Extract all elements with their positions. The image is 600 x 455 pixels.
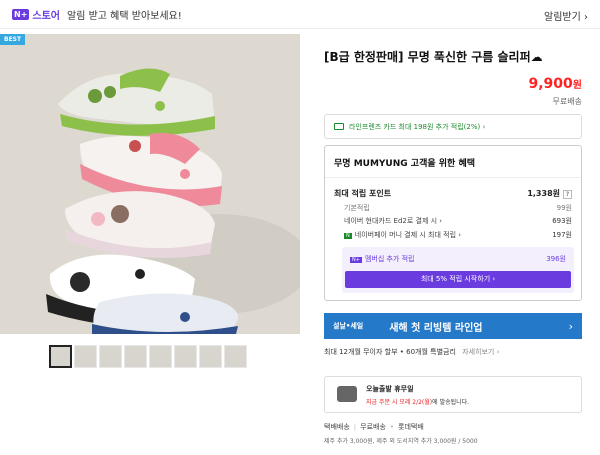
installment-details-link[interactable]: 자세히보기 ›: [462, 348, 499, 356]
pay-money-label-wrap: N 네이버페이 머니 결제 시 최대 적립 ›: [344, 230, 461, 240]
max-points-value-wrap: 1,338원?: [527, 188, 572, 199]
delivery-date: 지금 주문 시 모레 2/2(월): [366, 399, 433, 406]
thumbnail-8[interactable]: [224, 345, 247, 368]
membership-box: N+ 멤버십 추가 적립 396원 최대 5% 적립 시작하기 ›: [342, 247, 574, 293]
thumbnail-1[interactable]: [49, 345, 72, 368]
card-points-row[interactable]: 네이버 현대카드 Ed2로 결제 시 › 693원: [334, 216, 572, 226]
chevron-right-icon: ›: [568, 319, 573, 333]
delivery-suffix: 에 발송됩니다.: [432, 399, 470, 406]
slipper-stack-illustration: [0, 34, 300, 334]
basic-points-row: 기본적립 99원: [334, 203, 572, 213]
best-badge: BEST: [0, 34, 26, 45]
top-banner: N+ 스토어 알림 받고 혜택 받아보세요! 알림받기 ›: [0, 0, 600, 29]
product-price: 9,900원: [529, 76, 583, 92]
max-points-value: 1,338원: [527, 189, 560, 198]
membership-label: 멤버십 추가 적립: [364, 255, 415, 263]
separator: •: [389, 423, 395, 431]
promo-tag: 설날•세일: [333, 322, 364, 330]
installment-info: 최대 12개월 무이자 할부 • 60개월 특별금리 자세히보기 ›: [324, 347, 499, 357]
installment-text: 최대 12개월 무이자 할부 • 60개월 특별금리: [324, 348, 456, 356]
delivery-title: 오늘출발 휴무일: [366, 385, 414, 393]
promo-text: 새해 첫 리빙템 라인업: [389, 322, 483, 334]
thumbnail-2[interactable]: [74, 345, 97, 368]
delivery-subtext: 지금 주문 시 모레 2/2(월)에 발송됩니다.: [366, 397, 469, 406]
help-icon[interactable]: ?: [563, 190, 572, 199]
free-shipping-tag: 무료배송: [552, 97, 582, 106]
naver-plus-badge: N+: [12, 8, 30, 20]
thumbnail-4[interactable]: [124, 345, 147, 368]
price-amount: 9,900: [528, 76, 573, 92]
truck-icon: [337, 386, 357, 402]
credit-card-icon: [334, 123, 344, 130]
separator: |: [353, 423, 357, 431]
card-benefit-banner[interactable]: 라인프렌즈 카드 최대 198원 추가 적립(2%) ›: [324, 114, 582, 139]
card-points-value: 693원: [552, 217, 572, 225]
thumbnail-6[interactable]: [174, 345, 197, 368]
thumbnail-5[interactable]: [149, 345, 172, 368]
card-points-label: 네이버 현대카드 Ed2로 결제 시 ›: [344, 217, 443, 225]
thumbnail-strip: [49, 345, 247, 368]
delivery-info-box: 오늘출발 휴무일 지금 주문 시 모레 2/2(월)에 발송됩니다.: [324, 376, 582, 413]
store-label: 스토어: [32, 10, 61, 22]
membership-label-wrap: N+ 멤버십 추가 적립: [350, 254, 414, 264]
max-points-row: 최대 적립 포인트 1,338원?: [334, 188, 572, 199]
promo-banner[interactable]: 설날•세일 새해 첫 리빙템 라인업 ›: [324, 313, 582, 339]
product-main-image[interactable]: BEST: [0, 34, 300, 334]
store-brand[interactable]: N+ 스토어: [12, 7, 60, 22]
thumbnail-3[interactable]: [99, 345, 122, 368]
product-title: [B급 한정판매] 무명 푹신한 구름 슬리퍼☁: [324, 50, 543, 64]
basic-points-value: 99원: [556, 204, 572, 212]
shipping-note: 제주 추가 3,000원, 제주 외 도서지역 추가 3,000원 / 5000: [324, 438, 478, 445]
benefit-box: 무명 MUMYUNG 고객을 위한 혜택 최대 적립 포인트 1,338원? 기…: [324, 145, 582, 301]
max-points-label: 최대 적립 포인트: [334, 189, 392, 198]
basic-points-label: 기본적립: [344, 204, 370, 212]
shipping-type: 택배배송: [324, 423, 350, 431]
naver-plus-mini-icon: N+: [350, 257, 362, 263]
benefit-title: 무명 MUMYUNG 고객을 위한 혜택: [334, 159, 476, 169]
shipping-line: 택배배송 | 무료배송 • 롯데택배: [324, 422, 424, 432]
alert-prompt: 알림 받고 혜택 받아보세요!: [67, 10, 182, 22]
membership-row: N+ 멤버십 추가 적립 396원: [350, 254, 566, 264]
card-benefit-text: 라인프렌즈 카드 최대 198원 추가 적립(2%) ›: [349, 122, 486, 131]
get-alerts-button[interactable]: 알림받기 ›: [544, 8, 588, 23]
shipping-carrier: 롯데택배: [398, 423, 424, 431]
thumbnail-7[interactable]: [199, 345, 222, 368]
divider: [325, 177, 581, 178]
membership-cta-button[interactable]: 최대 5% 적립 시작하기 ›: [345, 271, 571, 288]
pay-money-value: 197원: [552, 231, 572, 239]
membership-value: 396원: [546, 255, 566, 263]
shipping-fee: 무료배송: [360, 423, 386, 431]
price-unit: 원: [572, 80, 582, 91]
pay-money-row[interactable]: N 네이버페이 머니 결제 시 최대 적립 › 197원: [334, 230, 572, 240]
npay-icon: N: [344, 233, 352, 239]
pay-money-label: 네이버페이 머니 결제 시 최대 적립 ›: [354, 231, 462, 239]
